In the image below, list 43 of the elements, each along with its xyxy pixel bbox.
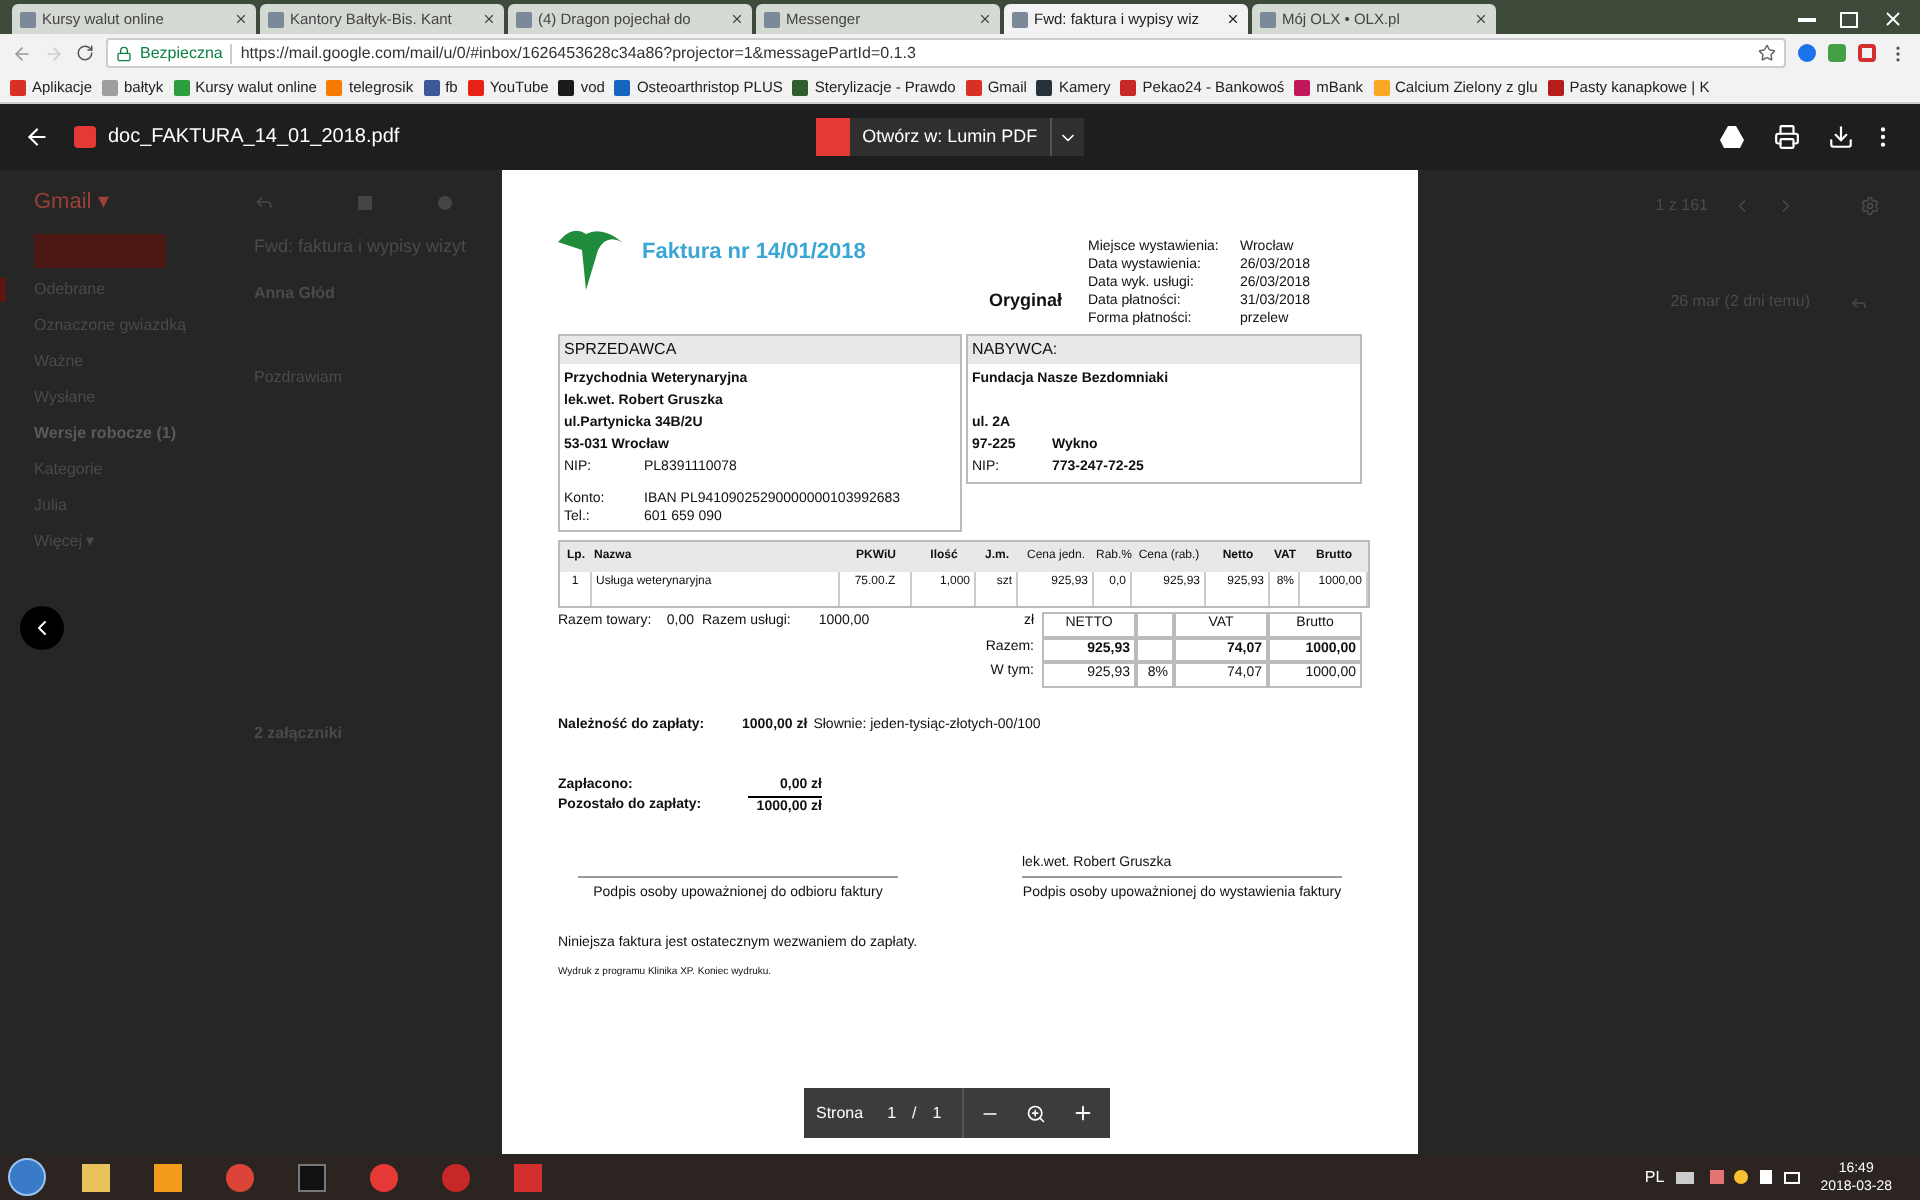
previous-button[interactable] (20, 606, 64, 650)
favicon-icon (268, 11, 284, 27)
display-icon[interactable] (1784, 1171, 1801, 1183)
close-icon[interactable] (1226, 12, 1240, 26)
close-icon[interactable] (978, 12, 992, 26)
file-name: doc_FAKTURA_14_01_2018.pdf (108, 124, 400, 152)
close-icon[interactable] (482, 12, 496, 26)
reload-icon[interactable] (76, 44, 94, 62)
zoom-in-icon[interactable] (1071, 1102, 1094, 1124)
close-icon[interactable] (1882, 8, 1904, 30)
favicon-icon (1260, 11, 1276, 27)
star-icon[interactable] (1758, 44, 1776, 62)
address-field[interactable]: Bezpieczna https://mail.google.com/mail/u/0/#inbox/1626453628c34a86?projector=1&messagePartId=0.1.3 (106, 38, 1786, 68)
page-number[interactable]: 1 (887, 1101, 897, 1125)
app-logo-icon (816, 118, 851, 156)
print-icon[interactable] (1774, 124, 1800, 150)
buyer-header: NABYWCA: (967, 336, 1360, 364)
copy-label: Oryginał (988, 287, 1062, 314)
maximize-icon[interactable] (1840, 12, 1858, 28)
url-text: https://mail.google.com/mail/u/0/#inbox/1626453628c34a86?projector=1&messagePartId=0.1.3 (240, 41, 916, 65)
start-button[interactable] (8, 1158, 46, 1196)
back-icon[interactable] (24, 124, 50, 150)
close-icon[interactable] (234, 12, 248, 26)
close-icon[interactable] (730, 12, 744, 26)
secure-label: Bezpieczna (140, 41, 223, 65)
empty-header-cell (1136, 612, 1174, 637)
lock-icon (116, 45, 132, 61)
favicon-icon (20, 11, 36, 27)
page-separator: / (912, 1101, 917, 1125)
page-total: 1 (932, 1101, 942, 1125)
close-icon[interactable] (1474, 12, 1488, 26)
seller-header: SPRZEDAWCA (560, 336, 960, 364)
favicon-icon (516, 11, 532, 27)
invoice-title: Faktura nr 14/01/2018 (642, 238, 868, 268)
favicon-icon (764, 11, 780, 27)
favicon-icon (1012, 11, 1028, 27)
language-indicator[interactable]: PL (1644, 1165, 1665, 1189)
app-icon[interactable] (442, 1163, 470, 1191)
open-with-button[interactable]: Otwórz w: Lumin PDF (816, 118, 1084, 156)
page-label: Strona (816, 1101, 864, 1125)
tray-app-icon[interactable] (1734, 1170, 1749, 1184)
zoom-icon[interactable] (1025, 1103, 1046, 1123)
download-icon[interactable] (1828, 124, 1854, 150)
